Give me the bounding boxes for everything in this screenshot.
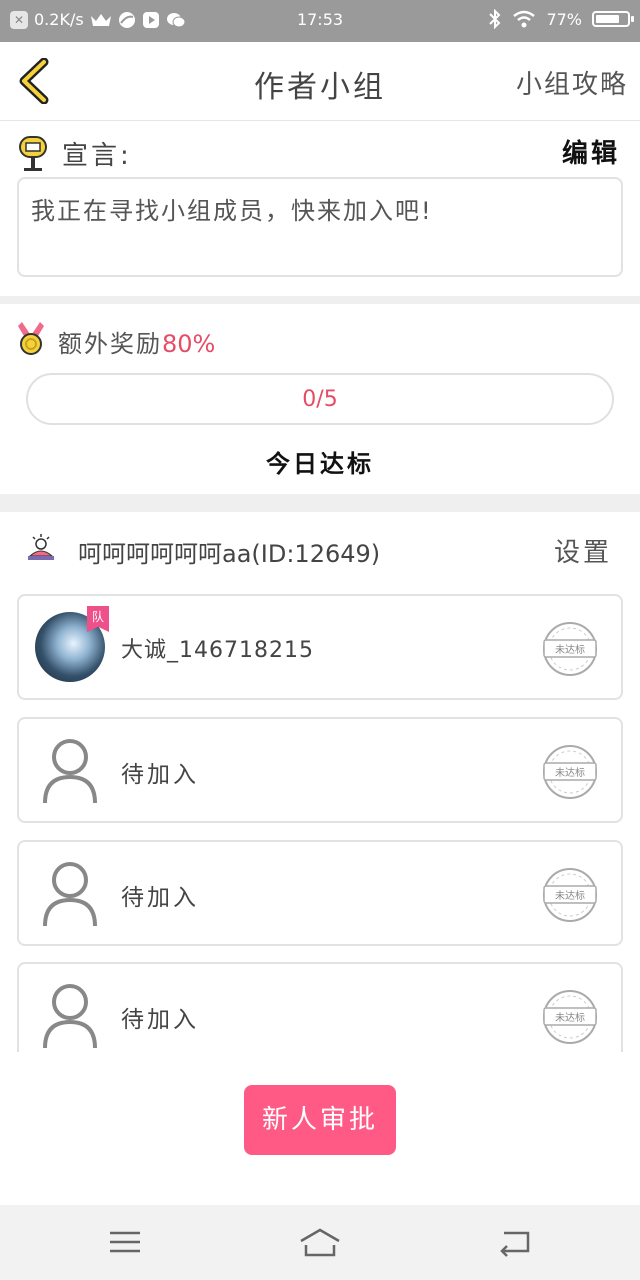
not-reached-stamp: 未达标 — [541, 620, 599, 678]
mailbox-icon — [19, 136, 47, 171]
settings-button[interactable]: 设置 — [554, 532, 612, 569]
group-guide-link[interactable]: 小组攻略 — [516, 64, 628, 101]
reward-section: 额外奖励80% 0/5 今日达标 — [0, 304, 640, 494]
reward-percent: 80% — [162, 330, 216, 358]
not-reached-stamp: 未达标 — [541, 743, 599, 801]
progress-bar: 0/5 — [26, 373, 614, 425]
member-name: 待加入 — [121, 1007, 199, 1033]
stamp-text: 未达标 — [555, 891, 585, 902]
battery-icon — [592, 11, 634, 27]
nav-bar: 作者小组 小组攻略 — [0, 42, 640, 121]
today-target-label: 今日达标 — [266, 450, 374, 478]
menu-icon[interactable] — [108, 1227, 142, 1257]
member-list: 队 大诚_146718215 未达标 待加入 未达标 待加入 未达标 待加入 未… — [0, 584, 640, 1052]
status-bar: ✕ 0.2K/s 17:53 77% — [0, 0, 640, 42]
status-right: 77% — [488, 9, 634, 29]
user-placeholder-icon — [43, 984, 97, 1049]
wifi-icon — [513, 10, 536, 28]
member-card[interactable]: 待加入 未达标 — [17, 962, 623, 1052]
back-nav-icon[interactable] — [498, 1227, 532, 1257]
back-button[interactable] — [14, 58, 54, 104]
not-reached-stamp: 未达标 — [541, 866, 599, 924]
member-card[interactable]: 队 大诚_146718215 未达标 — [17, 594, 623, 700]
section-divider — [0, 494, 640, 512]
medal-icon — [18, 322, 44, 355]
progress-text: 0/5 — [302, 387, 338, 412]
team-name: 呵呵呵呵呵呵aa(ID:12649) — [78, 540, 381, 568]
user-placeholder-icon — [43, 739, 97, 804]
member-name: 待加入 — [121, 885, 199, 911]
reward-label: 额外奖励80% — [58, 324, 215, 359]
bluetooth-icon — [489, 9, 501, 29]
user-placeholder-icon — [43, 862, 97, 927]
stamp-text: 未达标 — [555, 768, 585, 779]
system-nav-bar — [0, 1205, 640, 1280]
battery-fill — [596, 15, 620, 23]
new-member-approval-button[interactable]: 新人审批 — [244, 1085, 396, 1155]
member-card[interactable]: 待加入 未达标 — [17, 717, 623, 823]
home-icon[interactable] — [298, 1227, 342, 1259]
team-icon — [28, 534, 54, 560]
member-name: 待加入 — [121, 762, 199, 788]
section-divider — [0, 296, 640, 304]
stamp-text: 未达标 — [555, 1013, 585, 1024]
member-name: 大诚_146718215 — [121, 638, 314, 663]
declaration-section: 宣言: 编辑 我正在寻找小组成员，快来加入吧! — [0, 121, 640, 296]
declaration-label: 宣言: — [62, 141, 132, 171]
declaration-text: 我正在寻找小组成员，快来加入吧! — [17, 177, 623, 277]
member-card[interactable]: 待加入 未达标 — [17, 840, 623, 946]
battery-percent: 77% — [546, 9, 582, 29]
not-reached-stamp: 未达标 — [541, 988, 599, 1046]
reward-label-text: 额外奖励 — [58, 330, 162, 358]
stamp-text: 未达标 — [555, 645, 585, 656]
edit-button[interactable]: 编辑 — [562, 133, 620, 170]
team-header: 呵呵呵呵呵呵aa(ID:12649) 设置 — [0, 512, 640, 584]
